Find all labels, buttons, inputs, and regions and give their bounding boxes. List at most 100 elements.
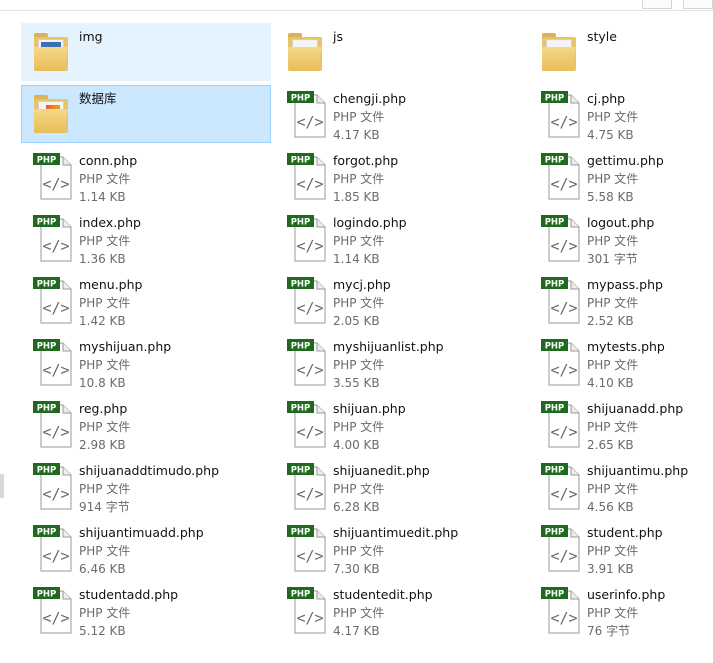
item-name: shijuanaddtimudo.php (79, 463, 220, 478)
folder-item[interactable]: style (529, 23, 701, 81)
file-item[interactable]: PHP </> conn.php PHP 文件 1.14 KB (21, 147, 271, 205)
file-item[interactable]: PHP </> shijuanadd.php PHP 文件 2.65 KB (529, 395, 701, 453)
file-item[interactable]: PHP </> cj.php PHP 文件 4.75 KB (529, 85, 701, 143)
php-file-icon: PHP </> (541, 91, 580, 138)
item-name: shijuanadd.php (587, 401, 684, 416)
file-item[interactable]: PHP </> myshijuan.php PHP 文件 10.8 KB (21, 333, 271, 391)
file-item[interactable]: PHP </> userinfo.php PHP 文件 76 字节 (529, 581, 701, 639)
top-control-button[interactable] (642, 0, 672, 9)
file-icon-wrap: PHP </> (32, 461, 76, 511)
php-file-icon: PHP </> (287, 277, 326, 324)
file-item[interactable]: PHP </> logout.php PHP 文件 301 字节 (529, 209, 701, 267)
item-name: js (333, 29, 343, 44)
file-item[interactable]: PHP </> studentedit.php PHP 文件 4.17 KB (275, 581, 525, 639)
file-item[interactable]: PHP </> menu.php PHP 文件 1.42 KB (21, 271, 271, 329)
file-item[interactable]: PHP </> shijuanedit.php PHP 文件 6.28 KB (275, 457, 525, 515)
folder-icon (288, 33, 322, 71)
file-item[interactable]: PHP </> shijuanaddtimudo.php PHP 文件 914 字节 (21, 457, 271, 515)
item-text: shijuanadd.php PHP 文件 2.65 KB (587, 400, 696, 454)
item-text: img (79, 28, 266, 46)
file-item[interactable]: PHP </> index.php PHP 文件 1.36 KB (21, 209, 271, 267)
php-badge-label: PHP (37, 280, 57, 290)
php-file-icon: PHP </> (541, 525, 580, 572)
item-type: PHP 文件 (333, 544, 385, 558)
php-badge-label: PHP (291, 218, 311, 228)
php-file-icon: PHP </> (287, 587, 326, 634)
file-icon-wrap: PHP </> (286, 151, 330, 201)
item-size: 5.58 KB (587, 190, 634, 204)
folder-item[interactable]: img (21, 23, 271, 81)
file-item[interactable]: PHP </> shijuan.php PHP 文件 4.00 KB (275, 395, 525, 453)
file-item[interactable]: PHP </> gettimu.php PHP 文件 5.58 KB (529, 147, 701, 205)
php-badge-label: PHP (545, 94, 565, 104)
item-name: index.php (79, 215, 141, 230)
file-item[interactable]: PHP </> logindo.php PHP 文件 1.14 KB (275, 209, 525, 267)
item-type: PHP 文件 (79, 482, 131, 496)
item-text: shijuantimu.php PHP 文件 4.56 KB (587, 462, 696, 516)
file-icon-wrap: PHP </> (540, 337, 584, 387)
code-brackets-icon: </> (296, 485, 323, 503)
code-brackets-icon: </> (550, 299, 577, 317)
php-badge-label: PHP (545, 404, 565, 414)
code-brackets-icon: </> (550, 423, 577, 441)
php-file-icon: PHP </> (287, 153, 326, 200)
folder-icon-wrap (32, 27, 76, 77)
top-control-button[interactable] (683, 0, 713, 9)
item-type: PHP 文件 (333, 172, 385, 186)
item-size: 6.28 KB (333, 500, 380, 514)
file-icon-wrap: PHP </> (540, 213, 584, 263)
item-name: gettimu.php (587, 153, 664, 168)
php-badge-label: PHP (545, 156, 565, 166)
item-type: PHP 文件 (333, 482, 385, 496)
file-item[interactable]: PHP </> student.php PHP 文件 3.91 KB (529, 519, 701, 577)
php-badge-label: PHP (291, 94, 311, 104)
code-brackets-icon: </> (550, 609, 577, 627)
item-name: myshijuanlist.php (333, 339, 444, 354)
item-text: conn.php PHP 文件 1.14 KB (79, 152, 266, 206)
php-badge-label: PHP (37, 466, 57, 476)
file-item[interactable]: PHP </> shijuantimuedit.php PHP 文件 7.30 KB (275, 519, 525, 577)
folder-item[interactable]: js (275, 23, 525, 81)
code-brackets-icon: </> (296, 299, 323, 317)
folder-item[interactable]: 数据库 (21, 85, 271, 143)
item-type: PHP 文件 (587, 482, 639, 496)
item-text: studentedit.php PHP 文件 4.17 KB (333, 586, 520, 640)
file-item[interactable]: PHP </> shijuantimu.php PHP 文件 4.56 KB (529, 457, 701, 515)
item-size: 3.55 KB (333, 376, 380, 390)
file-item[interactable]: PHP </> mytests.php PHP 文件 4.10 KB (529, 333, 701, 391)
item-text: mycj.php PHP 文件 2.05 KB (333, 276, 520, 330)
item-name: shijuantimuadd.php (79, 525, 204, 540)
item-size: 4.00 KB (333, 438, 380, 452)
item-name: myshijuan.php (79, 339, 172, 354)
item-name: 数据库 (79, 91, 117, 106)
item-text: shijuantimuadd.php PHP 文件 6.46 KB (79, 524, 266, 578)
php-badge-label: PHP (37, 218, 57, 228)
file-item[interactable]: PHP </> myshijuanlist.php PHP 文件 3.55 KB (275, 333, 525, 391)
file-item[interactable]: PHP </> mycj.php PHP 文件 2.05 KB (275, 271, 525, 329)
file-item[interactable]: PHP </> studentadd.php PHP 文件 5.12 KB (21, 581, 271, 639)
php-file-icon: PHP </> (33, 525, 72, 572)
item-size: 1.14 KB (79, 190, 126, 204)
code-brackets-icon: </> (42, 175, 69, 193)
folder-icon-wrap (32, 89, 76, 139)
php-badge-label: PHP (545, 528, 565, 538)
php-file-icon: PHP </> (541, 215, 580, 262)
item-type: PHP 文件 (587, 172, 639, 186)
file-icon-wrap: PHP </> (286, 585, 330, 635)
file-item[interactable]: PHP </> shijuantimuadd.php PHP 文件 6.46 KB (21, 519, 271, 577)
item-type: PHP 文件 (333, 234, 385, 248)
php-file-icon: PHP </> (541, 401, 580, 448)
folder-icon (34, 33, 68, 71)
item-name: img (79, 29, 103, 44)
item-name: userinfo.php (587, 587, 666, 602)
file-icon-wrap: PHP </> (32, 399, 76, 449)
file-item[interactable]: PHP </> forgot.php PHP 文件 1.85 KB (275, 147, 525, 205)
file-item[interactable]: PHP </> reg.php PHP 文件 2.98 KB (21, 395, 271, 453)
file-item[interactable]: PHP </> chengji.php PHP 文件 4.17 KB (275, 85, 525, 143)
item-type: PHP 文件 (79, 606, 131, 620)
file-icon-wrap: PHP </> (32, 213, 76, 263)
file-item[interactable]: PHP </> mypass.php PHP 文件 2.52 KB (529, 271, 701, 329)
folder-icon-wrap (286, 27, 330, 77)
item-text: userinfo.php PHP 文件 76 字节 (587, 586, 696, 640)
item-name: chengji.php (333, 91, 407, 106)
